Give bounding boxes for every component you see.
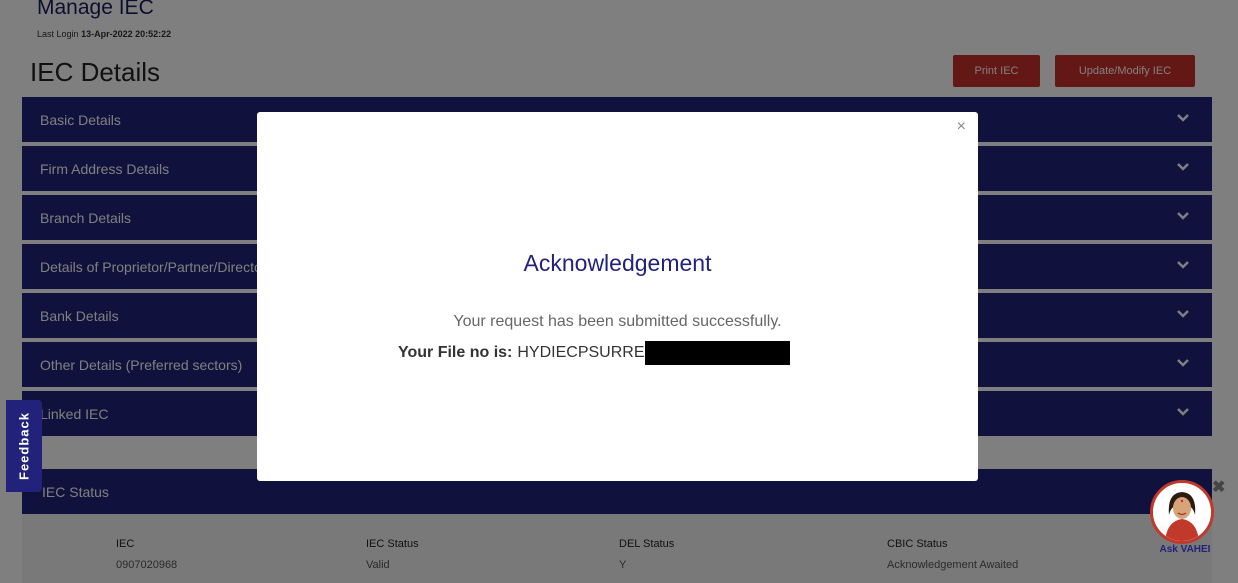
close-icon[interactable]: ✖	[1212, 477, 1225, 497]
ask-vahei-avatar[interactable]	[1150, 480, 1214, 544]
file-number-value: HYDIECPSURRE	[517, 344, 645, 361]
acknowledgement-modal: × Acknowledgement Your request has been …	[257, 112, 978, 481]
modal-close-button[interactable]: ×	[957, 118, 966, 136]
feedback-tab[interactable]: Feedback	[6, 400, 42, 492]
ask-vahei-label[interactable]: Ask VAHEI	[1150, 544, 1220, 555]
modal-title: Acknowledgement	[523, 250, 712, 276]
redaction-block	[644, 341, 790, 365]
feedback-label: Feedback	[16, 412, 32, 480]
assistant-avatar-icon	[1153, 483, 1211, 541]
file-number-label: Your File no is:	[398, 344, 513, 361]
modal-message: Your request has been submitted successf…	[453, 313, 782, 330]
file-number: Your File no is: HYDIECPSURRE	[398, 341, 790, 365]
